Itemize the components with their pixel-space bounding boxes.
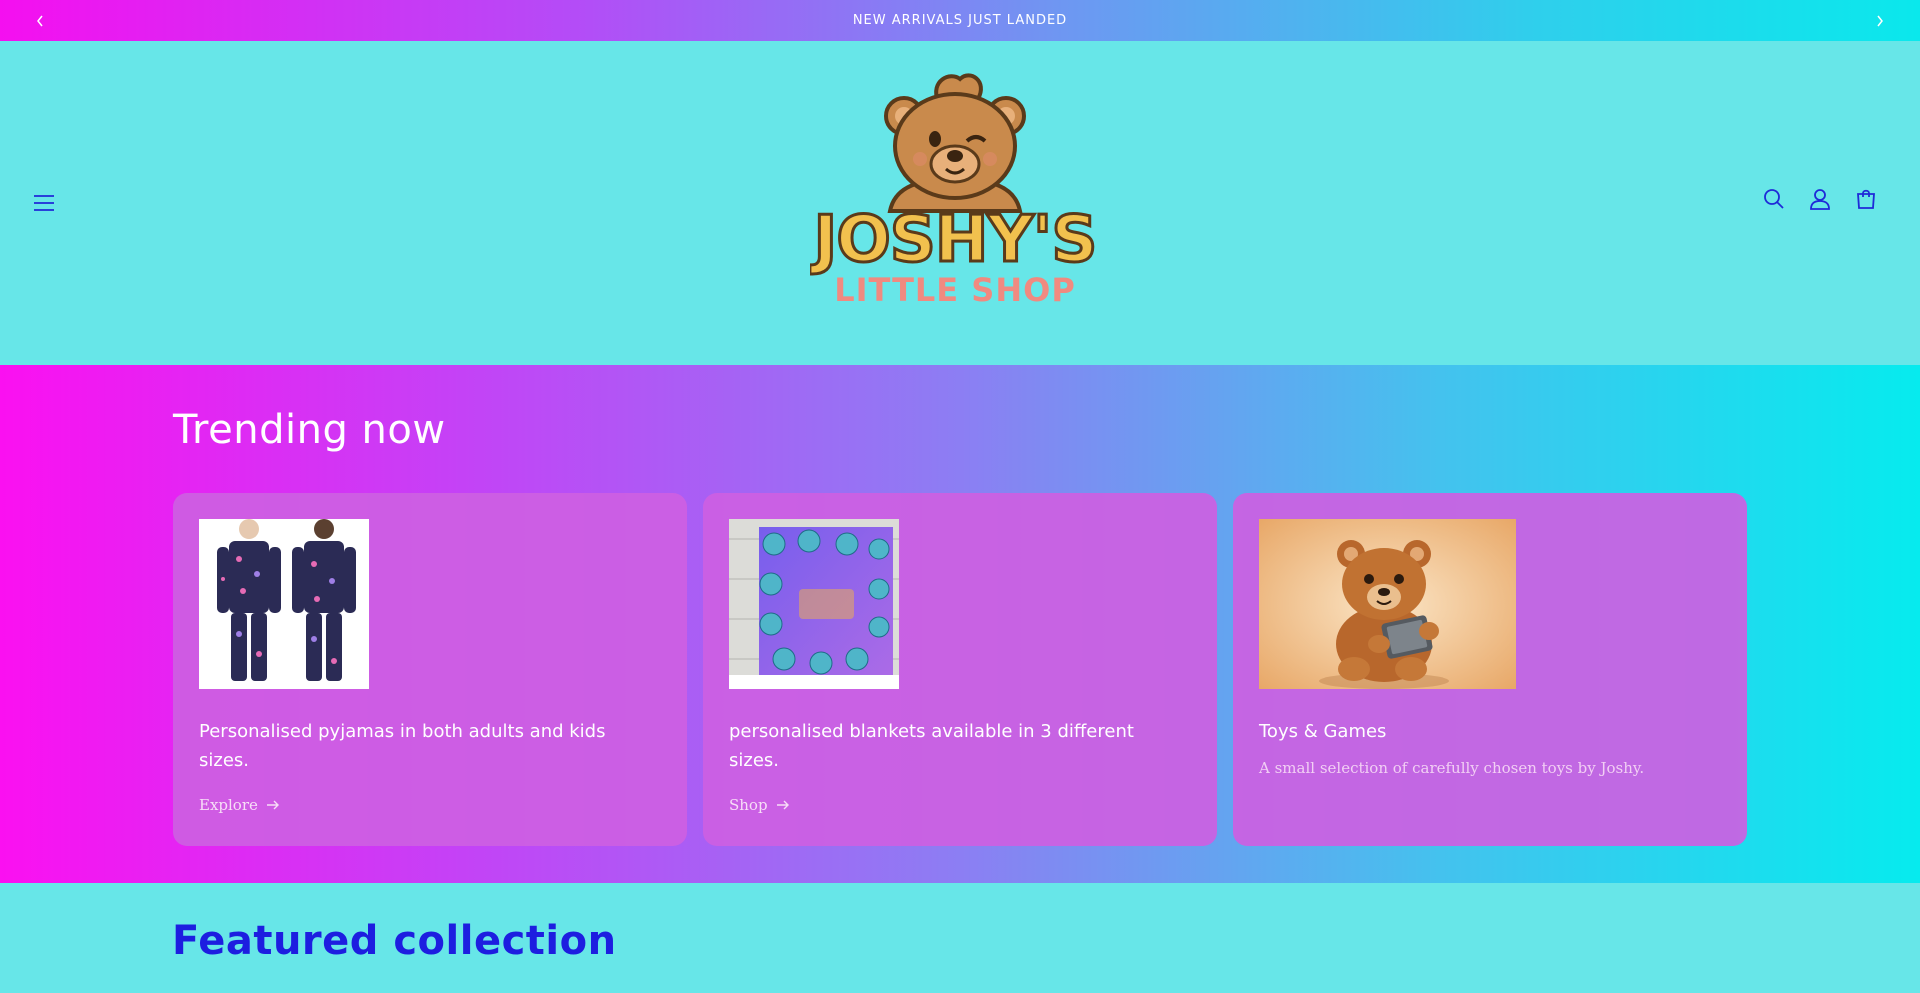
teddy-bear-image[interactable]	[1259, 519, 1516, 689]
menu-button[interactable]	[28, 187, 60, 219]
featured-collection-title: Featured collection	[172, 918, 617, 964]
collection-card-pyjamas[interactable]: Personalised pyjamas in both adults and …	[173, 493, 687, 846]
search-button[interactable]	[1760, 185, 1788, 213]
header-icons	[1760, 185, 1880, 213]
card-description: A small selection of carefully chosen to…	[1259, 759, 1645, 777]
logo-subtitle: LITTLE SHOP	[834, 271, 1076, 309]
shop-link[interactable]: Shop	[729, 796, 790, 814]
announcement-prev-button[interactable]	[20, 0, 60, 41]
chevron-right-icon	[1877, 15, 1883, 26]
logo-title: JOSHY'S	[810, 203, 1096, 277]
announcement-bar: NEW ARRIVALS JUST LANDED	[0, 0, 1920, 41]
hamburger-icon	[34, 195, 54, 211]
collection-card-blankets[interactable]: personalised blankets available in 3 dif…	[703, 493, 1217, 846]
announcement-text: NEW ARRIVALS JUST LANDED	[852, 13, 1068, 28]
link-label: Explore	[199, 796, 258, 814]
cart-icon	[1857, 189, 1875, 209]
chevron-left-icon	[37, 15, 43, 26]
trending-section: Trending now Personalised pyjamas in bot…	[0, 365, 1920, 883]
pyjamas-image[interactable]	[199, 519, 369, 689]
arrow-right-icon	[776, 800, 789, 810]
arrow-right-icon	[266, 800, 279, 810]
cart-button[interactable]	[1852, 185, 1880, 213]
trending-title: Trending now	[173, 407, 446, 453]
blanket-image[interactable]	[729, 519, 899, 689]
search-icon	[1764, 189, 1784, 209]
card-title: Personalised pyjamas in both adults and …	[199, 721, 606, 771]
announcement-next-button[interactable]	[1860, 0, 1900, 41]
account-icon	[1810, 189, 1830, 210]
explore-link[interactable]: Explore	[199, 796, 280, 814]
collection-card-toys[interactable]: Toys & Games A small selection of carefu…	[1233, 493, 1747, 846]
site-header: JOSHY'S LITTLE SHOP	[0, 41, 1920, 365]
link-label: Shop	[729, 796, 768, 814]
site-logo[interactable]: JOSHY'S LITTLE SHOP	[808, 61, 1100, 311]
card-title: personalised blankets available in 3 dif…	[729, 721, 1134, 771]
card-title: Toys & Games	[1259, 721, 1387, 742]
account-button[interactable]	[1806, 185, 1834, 213]
